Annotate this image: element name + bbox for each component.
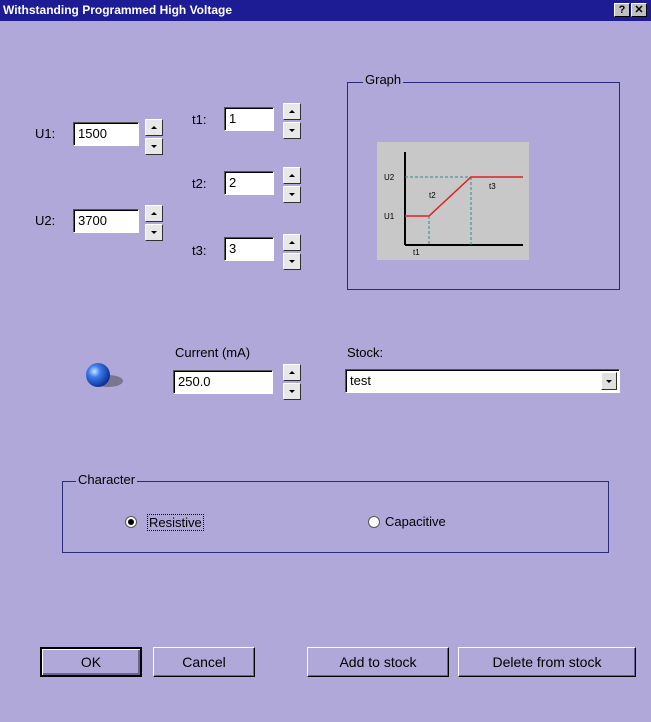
capacitive-radio[interactable] <box>368 516 380 528</box>
title-bar: Withstanding Programmed High Voltage ? ✕ <box>0 0 651 21</box>
current-increment-button[interactable] <box>283 364 301 381</box>
arrow-down-icon <box>151 231 157 234</box>
stock-dropdown-button[interactable] <box>601 372 617 390</box>
help-button[interactable]: ? <box>614 3 630 17</box>
resistive-radio[interactable] <box>125 516 137 528</box>
t3-input[interactable]: 3 <box>224 237 274 261</box>
ok-button[interactable]: OK <box>40 647 142 677</box>
t3-increment-button[interactable] <box>283 234 301 251</box>
t2-label: t2: <box>192 176 207 191</box>
resistive-label: Resistive <box>147 514 204 531</box>
u1-input[interactable]: 1500 <box>73 122 139 146</box>
arrow-down-icon <box>289 193 295 196</box>
u1-increment-button[interactable] <box>145 119 163 136</box>
u2-label: U2: <box>35 213 56 228</box>
graph-u1-tick: U1 <box>384 212 395 221</box>
u1-label: U1: <box>35 126 56 141</box>
delete-from-stock-button[interactable]: Delete from stock <box>458 647 636 677</box>
arrow-down-icon <box>289 390 295 393</box>
graph-t1-tick: t1 <box>413 248 420 257</box>
globe-sphere <box>86 363 110 387</box>
close-button[interactable]: ✕ <box>631 3 647 17</box>
arrow-up-icon <box>151 212 157 215</box>
graph-background <box>377 142 529 260</box>
u2-input[interactable]: 3700 <box>73 209 139 233</box>
t1-spinner <box>283 103 301 139</box>
u2-increment-button[interactable] <box>145 205 163 222</box>
window-title: Withstanding Programmed High Voltage <box>3 3 233 17</box>
t3-spinner <box>283 234 301 270</box>
globe-icon <box>86 363 123 387</box>
t2-decrement-button[interactable] <box>283 186 301 203</box>
u2-spinner <box>145 205 163 241</box>
current-input[interactable]: 250.0 <box>173 370 273 394</box>
current-label: Current (mA) <box>175 345 251 360</box>
add-to-stock-button[interactable]: Add to stock <box>307 647 449 677</box>
arrow-down-icon <box>289 260 295 263</box>
stock-select[interactable]: test <box>345 369 620 393</box>
t1-increment-button[interactable] <box>283 103 301 120</box>
t2-spinner <box>283 167 301 203</box>
t1-input[interactable]: 1 <box>224 107 274 131</box>
t1-decrement-button[interactable] <box>283 122 301 139</box>
radio-selected-dot <box>128 519 134 525</box>
arrow-up-icon <box>289 371 295 374</box>
u1-spinner <box>145 119 163 155</box>
chevron-down-icon <box>606 379 612 383</box>
capacitive-label: Capacitive <box>385 514 446 529</box>
stock-label: Stock: <box>347 345 384 360</box>
graph-u2-tick: U2 <box>384 173 395 182</box>
graph-group-title: Graph <box>363 72 404 87</box>
arrow-up-icon <box>289 174 295 177</box>
t2-input[interactable]: 2 <box>224 171 274 195</box>
t3-decrement-button[interactable] <box>283 253 301 270</box>
arrow-up-icon <box>151 126 157 129</box>
character-group <box>62 481 609 553</box>
t3-label: t3: <box>192 243 207 258</box>
t1-label: t1: <box>192 112 207 127</box>
u1-decrement-button[interactable] <box>145 138 163 155</box>
graph-t3-label: t3 <box>489 182 496 191</box>
u2-decrement-button[interactable] <box>145 224 163 241</box>
cancel-button[interactable]: Cancel <box>153 647 255 677</box>
arrow-up-icon <box>289 241 295 244</box>
character-group-title: Character <box>76 472 138 487</box>
current-spinner <box>283 364 301 400</box>
voltage-profile-graph: U2 U1 t1 t2 t3 <box>377 142 529 260</box>
arrow-up-icon <box>289 110 295 113</box>
arrow-down-icon <box>289 129 295 132</box>
graph-t2-label: t2 <box>429 191 436 200</box>
stock-selected-value: test <box>350 373 371 388</box>
current-decrement-button[interactable] <box>283 383 301 400</box>
arrow-down-icon <box>151 145 157 148</box>
t2-increment-button[interactable] <box>283 167 301 184</box>
